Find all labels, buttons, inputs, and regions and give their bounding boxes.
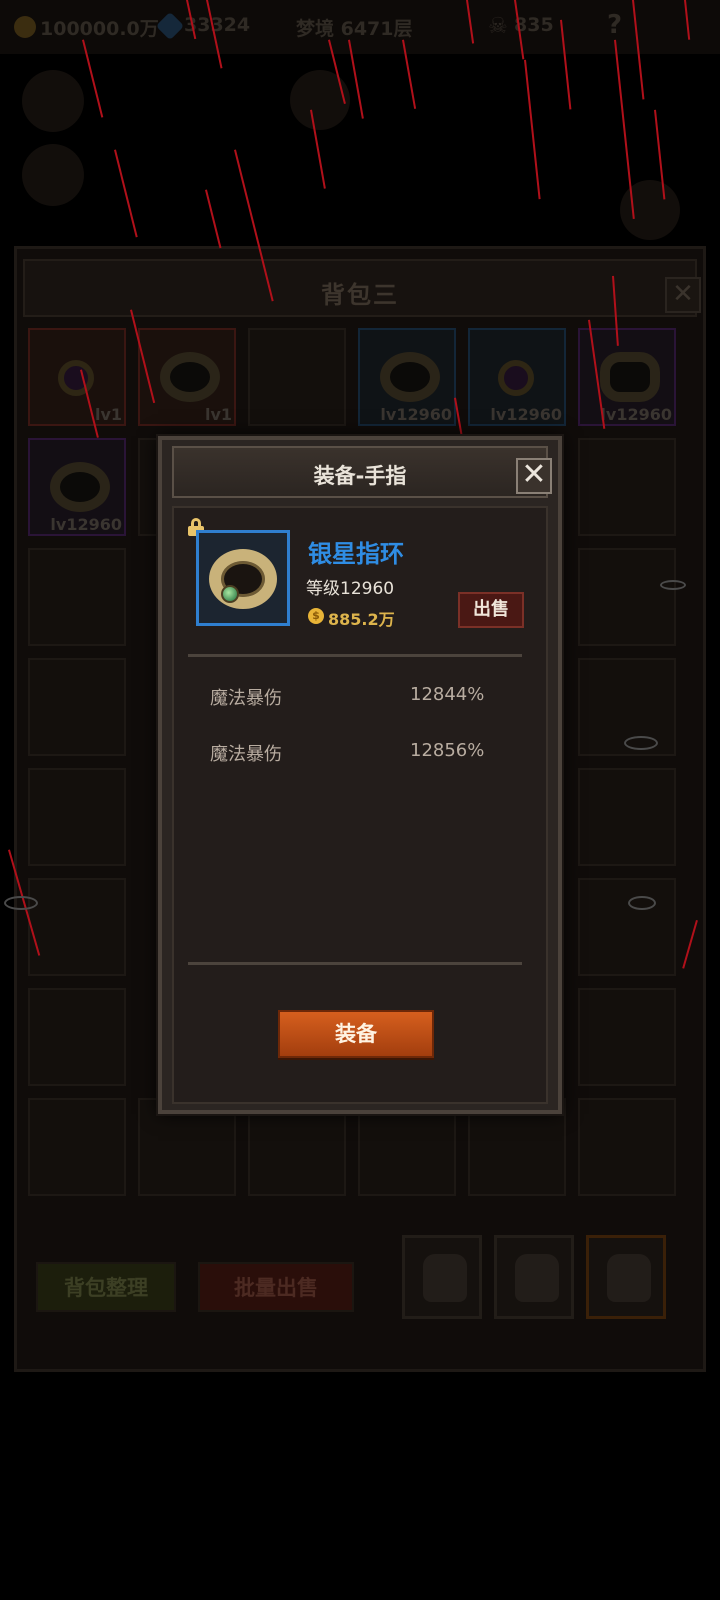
bag-slot-empty[interactable]	[578, 548, 676, 646]
bag-slot[interactable]: lv12960	[358, 328, 456, 426]
bag-slot[interactable]: lv1	[28, 328, 126, 426]
bag-tab-2[interactable]	[494, 1235, 574, 1319]
hero-portrait	[22, 70, 84, 132]
slot-level: lv12960	[490, 405, 562, 424]
gold-icon	[14, 16, 36, 38]
help-icon[interactable]: ?	[607, 10, 622, 40]
bag-slot-empty[interactable]	[578, 438, 676, 536]
equip-button[interactable]: 装备	[278, 1010, 434, 1058]
backpack-icon	[423, 1254, 467, 1302]
bag-slot[interactable]: lv12960	[28, 438, 126, 536]
bag-slot-empty[interactable]	[578, 1098, 676, 1196]
divider	[188, 654, 522, 657]
backpack-icon	[515, 1254, 559, 1302]
amulet-icon	[58, 360, 94, 396]
ring-icon	[380, 352, 440, 402]
bag-slot-empty[interactable]	[248, 328, 346, 426]
dialog-body: 银星指环 等级12960 $ 885.2万 出售 魔法暴伤 12844% 魔法暴…	[172, 506, 548, 1104]
slot-level: lv1	[94, 405, 122, 424]
bag-slot[interactable]: lv1	[138, 328, 236, 426]
item-price: 885.2万	[328, 610, 395, 629]
equipment-dialog: 装备-手指 ✕ 银星指环 等级12960 $ 885.2万 出售 魔法暴伤 12…	[158, 436, 562, 1114]
dialog-close-button[interactable]: ✕	[516, 458, 552, 494]
skull-icon: ☠	[488, 14, 508, 39]
stat-name: 魔法暴伤	[210, 744, 282, 765]
bag-slot-empty[interactable]	[28, 658, 126, 756]
slot-level: lv12960	[50, 515, 122, 534]
bag-slot-empty[interactable]	[578, 768, 676, 866]
item-name: 银星指环	[308, 540, 404, 568]
amulet-icon	[498, 360, 534, 396]
item-icon-frame	[196, 530, 290, 626]
stage-label: 梦境 6471层	[296, 18, 413, 40]
item-level: 等级12960	[306, 579, 395, 599]
coin-icon: $	[308, 608, 324, 624]
backpack-close-button[interactable]: ✕	[665, 277, 701, 313]
armor-icon	[600, 352, 660, 402]
stat-name: 魔法暴伤	[210, 688, 282, 709]
bag-slot-empty[interactable]	[28, 878, 126, 976]
bag-slot-empty[interactable]	[578, 878, 676, 976]
bag-slot-empty[interactable]	[28, 1098, 126, 1196]
ring-icon	[209, 549, 277, 609]
ring-icon	[160, 352, 220, 402]
bag-tab-3[interactable]	[586, 1235, 666, 1319]
ring-icon	[50, 462, 110, 512]
bulk-sell-button[interactable]: 批量出售	[198, 1262, 354, 1312]
dialog-header: 装备-手指 ✕	[172, 446, 552, 498]
dialog-title: 装备-手指	[313, 464, 407, 488]
top-bar: 100000.0万 33324 梦境 6471层 ☠ 835 ?	[0, 0, 720, 54]
bag-tab-1[interactable]	[402, 1235, 482, 1319]
sort-bag-button[interactable]: 背包整理	[36, 1262, 176, 1312]
bag-slot-empty[interactable]	[28, 988, 126, 1086]
bag-slot-empty[interactable]	[578, 988, 676, 1086]
backpack-title: 背包三	[321, 281, 399, 309]
slot-level: lv12960	[600, 405, 672, 424]
divider	[188, 962, 522, 965]
bag-slot-empty[interactable]	[28, 768, 126, 866]
backpack-icon	[607, 1254, 651, 1302]
bag-slot[interactable]: lv12960	[468, 328, 566, 426]
slot-level: lv12960	[380, 405, 452, 424]
sell-button[interactable]: 出售	[458, 592, 524, 628]
backpack-header: 背包三 ✕	[23, 259, 701, 317]
gold-amount: 100000.0万	[40, 18, 159, 40]
stat-value: 12844%	[410, 684, 485, 705]
hero-portrait	[290, 70, 350, 130]
bag-slot-empty[interactable]	[28, 548, 126, 646]
gem-icon	[155, 11, 185, 41]
stat-value: 12856%	[410, 740, 485, 761]
hero-portrait	[22, 144, 84, 206]
slot-level: lv1	[204, 405, 232, 424]
